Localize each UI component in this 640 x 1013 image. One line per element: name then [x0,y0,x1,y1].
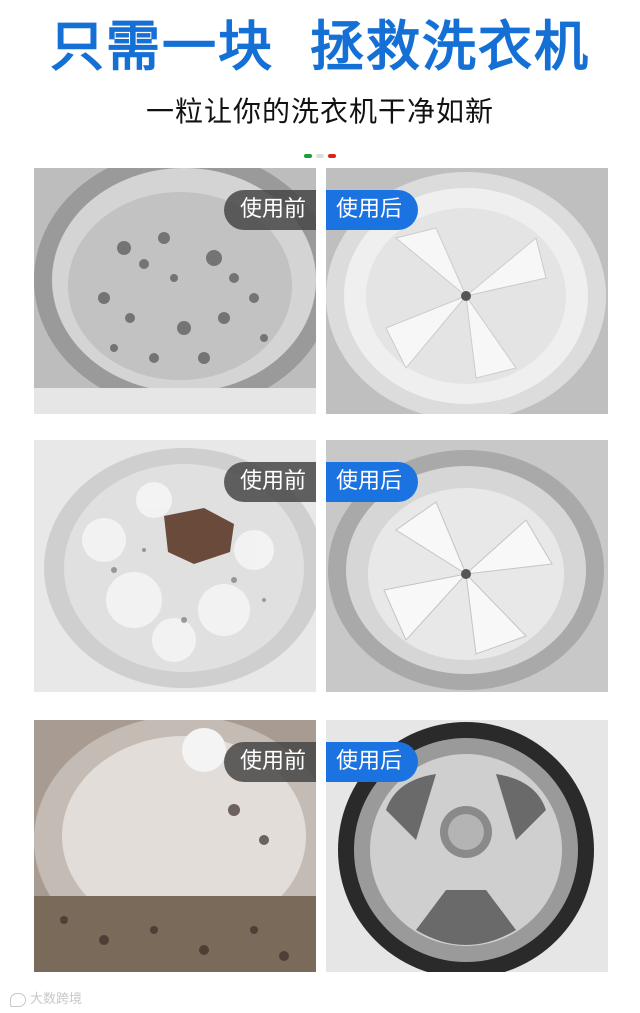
headline-part-1: 只需一块 [50,15,274,78]
watermark-text: 大数跨境 [30,992,83,1007]
italian-flag-dots [304,154,336,158]
chat-bubble-icon [10,992,26,1007]
headline-part-2: 拯救洗衣机 [310,15,590,78]
after-badge: 使用后 [326,742,419,782]
row2-before-image: 使用前 [34,440,316,692]
after-badge: 使用后 [326,190,419,230]
before-badge: 使用前 [223,190,316,230]
headline: 只需一块 拯救洗衣机 [0,12,640,82]
watermark: 大数跨境 [10,988,82,1007]
row1-before-image: 使用前 [34,168,316,414]
row2-after-image: 使用后 [326,440,608,692]
row1-after-image: 使用后 [326,168,608,414]
after-badge: 使用后 [326,462,419,502]
before-badge: 使用前 [223,742,316,782]
before-badge: 使用前 [223,462,316,502]
row3-after-image: 使用后 [326,720,608,972]
subheadline: 一粒让你的洗衣机干净如新 [145,95,494,128]
row3-before-image: 使用前 [34,720,316,972]
